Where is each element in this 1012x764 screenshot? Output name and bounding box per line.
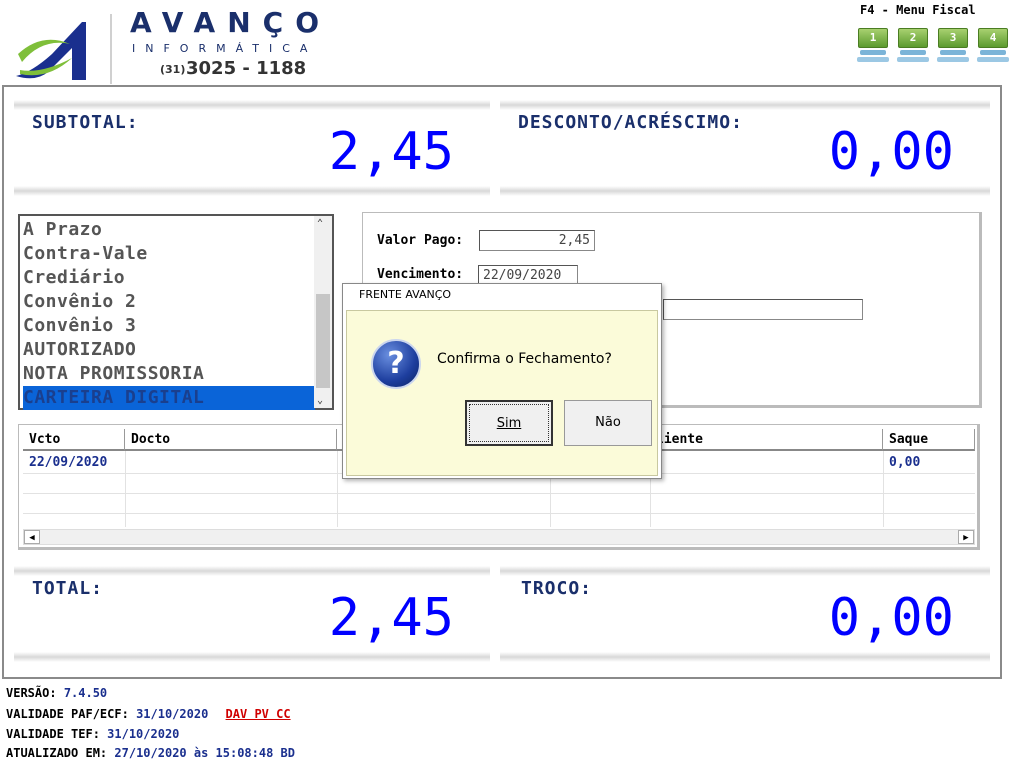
- list-item-selected[interactable]: CARTEIRA DIGITAL: [23, 386, 315, 410]
- question-icon: ?: [371, 339, 421, 389]
- atualizado-value: 27/10/2020 às 15:08:48 BD: [114, 746, 296, 760]
- list-item[interactable]: Convênio 2: [23, 290, 315, 314]
- list-item[interactable]: Contra-Vale: [23, 242, 315, 266]
- fiscal-key-2-icon: 2: [898, 28, 928, 48]
- scroll-up-icon[interactable]: ⌃: [317, 218, 323, 229]
- no-button[interactable]: Não: [564, 400, 652, 446]
- fiscal-key-1-button[interactable]: 1: [857, 28, 889, 64]
- atualizado-label: ATUALIZADO EM:: [6, 746, 108, 760]
- validade-tef-label: VALIDADE TEF:: [6, 727, 100, 741]
- list-item[interactable]: NOTA PROMISSORIA: [23, 362, 315, 386]
- subtotal-value: 2,45: [328, 122, 454, 182]
- footer-validade-tef: VALIDADE TEF: 31/10/2020: [6, 727, 179, 741]
- scroll-thumb[interactable]: [316, 294, 330, 388]
- confirm-dialog: FRENTE AVANÇO ? Confirma o Fechamento? S…: [342, 283, 662, 479]
- desconto-value: 0,00: [828, 122, 954, 182]
- total-label: TOTAL:: [32, 578, 104, 599]
- footer-versao: VERSÃO: 7.4.50: [6, 686, 107, 700]
- fiscal-key-1-icon: 1: [858, 28, 888, 48]
- list-item[interactable]: AUTORIZADO: [23, 338, 315, 362]
- table-cell-saque[interactable]: 0,00: [883, 453, 920, 473]
- list-item[interactable]: A Prazo: [23, 218, 315, 242]
- list-scrollbar[interactable]: ⌃ ⌄: [314, 216, 332, 408]
- column-header-docto[interactable]: Docto: [125, 429, 337, 451]
- scroll-right-icon[interactable]: ▶: [958, 530, 974, 544]
- brand-name: AVANÇO: [130, 6, 331, 39]
- list-item[interactable]: Crediário: [23, 266, 315, 290]
- versao-label: VERSÃO:: [6, 686, 57, 700]
- dav-link[interactable]: DAV PV CC: [226, 707, 291, 721]
- validade-paf-label: VALIDADE PAF/ECF:: [6, 707, 129, 721]
- brand-subtitle: INFORMÁTICA: [132, 42, 318, 55]
- fiscal-key-3-button[interactable]: 3: [937, 28, 969, 64]
- dialog-message: Confirma o Fechamento?: [437, 351, 612, 367]
- no-button-label: Não: [595, 415, 621, 430]
- scroll-left-icon[interactable]: ◀: [24, 530, 40, 544]
- dialog-title: FRENTE AVANÇO: [359, 288, 452, 301]
- list-item[interactable]: Convênio 3: [23, 314, 315, 338]
- menu-fiscal-label: F4 - Menu Fiscal: [860, 3, 976, 17]
- scroll-down-icon[interactable]: ⌄: [317, 395, 323, 406]
- valor-pago-label: Valor Pago:: [377, 233, 464, 248]
- dialog-body: ? Confirma o Fechamento?: [346, 310, 658, 476]
- fiscal-key-3-icon: 3: [938, 28, 968, 48]
- fiscal-key-2-button[interactable]: 2: [897, 28, 929, 64]
- table-cell-vcto[interactable]: 22/09/2020: [23, 453, 107, 473]
- extra-field[interactable]: [663, 299, 863, 320]
- footer-atualizado: ATUALIZADO EM: 27/10/2020 às 15:08:48 BD: [6, 746, 295, 760]
- yes-button[interactable]: Sim: [465, 400, 553, 446]
- total-value: 2,45: [328, 588, 454, 648]
- subtotal-label: SUBTOTAL:: [32, 112, 139, 133]
- troco-label: TROCO:: [521, 578, 593, 599]
- column-header-vcto[interactable]: Vcto: [23, 429, 125, 451]
- brand-phone-area: (31): [160, 63, 186, 76]
- versao-value: 7.4.50: [63, 686, 108, 700]
- footer-validade-paf: VALIDADE PAF/ECF: 31/10/2020 DAV PV CC: [6, 707, 291, 721]
- column-header-cliente[interactable]: liente: [650, 429, 883, 451]
- validade-tef-value: 31/10/2020: [107, 727, 180, 741]
- brand-logo-icon: [16, 22, 86, 80]
- vencimento-label: Vencimento:: [377, 267, 464, 282]
- fiscal-key-4-icon: 4: [978, 28, 1008, 48]
- validade-paf-value: 31/10/2020: [136, 707, 209, 721]
- column-header-saque[interactable]: Saque: [883, 429, 975, 451]
- troco-value: 0,00: [828, 588, 954, 648]
- logo-divider: [110, 14, 112, 84]
- brand-phone: 3025 - 1188: [186, 58, 307, 79]
- fiscal-key-4-button[interactable]: 4: [977, 28, 1009, 64]
- grid-horizontal-scrollbar[interactable]: ◀ ▶: [23, 529, 975, 545]
- valor-pago-field[interactable]: 2,45: [479, 230, 595, 251]
- payment-methods-list[interactable]: A Prazo Contra-Vale Crediário Convênio 2…: [18, 214, 334, 410]
- yes-button-label: Sim: [496, 416, 522, 431]
